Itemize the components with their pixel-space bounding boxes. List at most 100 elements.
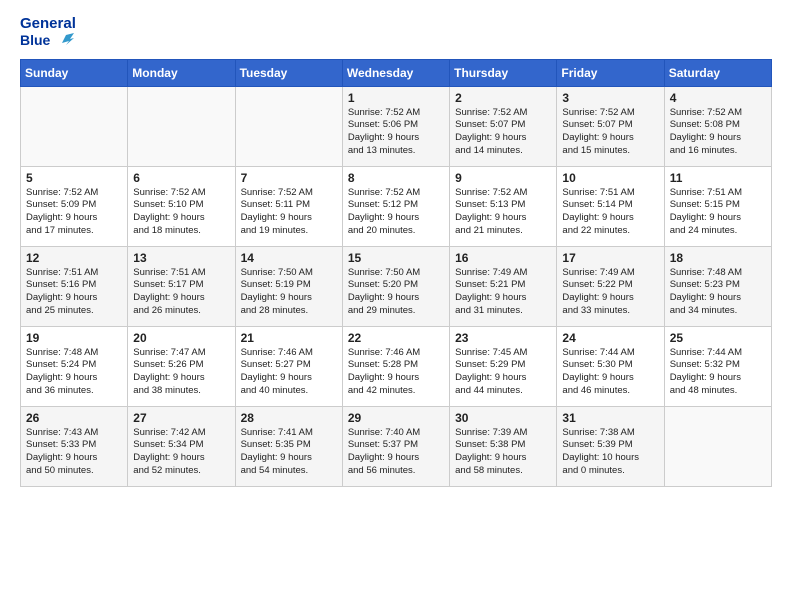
day-info: Sunrise: 7:52 AM Sunset: 5:08 PM Dayligh… <box>670 107 766 158</box>
day-info: Sunrise: 7:43 AM Sunset: 5:33 PM Dayligh… <box>26 427 122 478</box>
day-number: 13 <box>133 251 229 265</box>
day-number: 14 <box>241 251 337 265</box>
week-row-3: 12 Sunrise: 7:51 AM Sunset: 5:16 PM Dayli… <box>21 246 772 326</box>
day-info: Sunrise: 7:52 AM Sunset: 5:12 PM Dayligh… <box>348 187 444 238</box>
day-info: Sunrise: 7:51 AM Sunset: 5:15 PM Dayligh… <box>670 187 766 238</box>
week-row-5: 26 Sunrise: 7:43 AM Sunset: 5:33 PM Dayli… <box>21 406 772 486</box>
day-number: 4 <box>670 91 766 105</box>
day-info: Sunrise: 7:51 AM Sunset: 5:16 PM Dayligh… <box>26 267 122 318</box>
day-info: Sunrise: 7:50 AM Sunset: 5:20 PM Dayligh… <box>348 267 444 318</box>
day-cell: 3Sunrise: 7:52 AM Sunset: 5:07 PM Daylig… <box>557 86 664 166</box>
day-number: 12 <box>26 251 122 265</box>
week-row-2: 5 Sunrise: 7:52 AM Sunset: 5:09 PM Daylig… <box>21 166 772 246</box>
day-number: 11 <box>670 171 766 185</box>
week-row-4: 19Sunrise: 7:48 AM Sunset: 5:24 PM Dayli… <box>21 326 772 406</box>
day-number: 25 <box>670 331 766 345</box>
day-info: Sunrise: 7:38 AM Sunset: 5:39 PM Dayligh… <box>562 427 658 478</box>
day-number: 22 <box>348 331 444 345</box>
day-number: 8 <box>348 171 444 185</box>
day-cell: 2 Sunrise: 7:52 AM Sunset: 5:07 PM Daylig… <box>450 86 557 166</box>
day-number: 26 <box>26 411 122 425</box>
day-cell: 25 Sunrise: 7:44 AM Sunset: 5:32 PM Dayli… <box>664 326 771 406</box>
day-number: 23 <box>455 331 551 345</box>
day-cell: 19Sunrise: 7:48 AM Sunset: 5:24 PM Dayli… <box>21 326 128 406</box>
day-info: Sunrise: 7:46 AM Sunset: 5:28 PM Dayligh… <box>348 347 444 398</box>
day-number: 31 <box>562 411 658 425</box>
day-cell: 8 Sunrise: 7:52 AM Sunset: 5:12 PM Daylig… <box>342 166 449 246</box>
day-cell: 24Sunrise: 7:44 AM Sunset: 5:30 PM Dayli… <box>557 326 664 406</box>
day-info: Sunrise: 7:48 AM Sunset: 5:23 PM Dayligh… <box>670 267 766 318</box>
logo-container: General Blue <box>20 16 76 49</box>
weekday-wednesday: Wednesday <box>342 59 449 86</box>
logo: General Blue <box>20 16 76 49</box>
day-cell <box>128 86 235 166</box>
logo-general: General <box>20 16 76 33</box>
weekday-saturday: Saturday <box>664 59 771 86</box>
day-cell: 23Sunrise: 7:45 AM Sunset: 5:29 PM Dayli… <box>450 326 557 406</box>
day-number: 5 <box>26 171 122 185</box>
day-number: 18 <box>670 251 766 265</box>
day-info: Sunrise: 7:41 AM Sunset: 5:35 PM Dayligh… <box>241 427 337 478</box>
day-cell: 18 Sunrise: 7:48 AM Sunset: 5:23 PM Dayli… <box>664 246 771 326</box>
day-number: 19 <box>26 331 122 345</box>
day-cell: 9 Sunrise: 7:52 AM Sunset: 5:13 PM Daylig… <box>450 166 557 246</box>
day-cell: 29 Sunrise: 7:40 AM Sunset: 5:37 PM Dayli… <box>342 406 449 486</box>
day-info: Sunrise: 7:49 AM Sunset: 5:22 PM Dayligh… <box>562 267 658 318</box>
day-number: 9 <box>455 171 551 185</box>
day-number: 17 <box>562 251 658 265</box>
day-info: Sunrise: 7:52 AM Sunset: 5:13 PM Dayligh… <box>455 187 551 238</box>
day-cell: 27Sunrise: 7:42 AM Sunset: 5:34 PM Dayli… <box>128 406 235 486</box>
day-cell: 16 Sunrise: 7:49 AM Sunset: 5:21 PM Dayli… <box>450 246 557 326</box>
day-info: Sunrise: 7:51 AM Sunset: 5:17 PM Dayligh… <box>133 267 229 318</box>
day-number: 29 <box>348 411 444 425</box>
logo-bird-icon <box>52 33 74 49</box>
day-cell: 14Sunrise: 7:50 AM Sunset: 5:19 PM Dayli… <box>235 246 342 326</box>
day-info: Sunrise: 7:51 AM Sunset: 5:14 PM Dayligh… <box>562 187 658 238</box>
day-cell: 12 Sunrise: 7:51 AM Sunset: 5:16 PM Dayli… <box>21 246 128 326</box>
day-info: Sunrise: 7:52 AM Sunset: 5:11 PM Dayligh… <box>241 187 337 238</box>
day-info: Sunrise: 7:44 AM Sunset: 5:32 PM Dayligh… <box>670 347 766 398</box>
day-number: 2 <box>455 91 551 105</box>
day-cell: 11 Sunrise: 7:51 AM Sunset: 5:15 PM Dayli… <box>664 166 771 246</box>
header: General Blue <box>20 16 772 49</box>
day-cell: 21Sunrise: 7:46 AM Sunset: 5:27 PM Dayli… <box>235 326 342 406</box>
day-number: 21 <box>241 331 337 345</box>
day-cell: 6Sunrise: 7:52 AM Sunset: 5:10 PM Daylig… <box>128 166 235 246</box>
day-number: 28 <box>241 411 337 425</box>
day-cell: 20Sunrise: 7:47 AM Sunset: 5:26 PM Dayli… <box>128 326 235 406</box>
day-number: 6 <box>133 171 229 185</box>
day-cell: 17 Sunrise: 7:49 AM Sunset: 5:22 PM Dayli… <box>557 246 664 326</box>
day-cell: 31 Sunrise: 7:38 AM Sunset: 5:39 PM Dayli… <box>557 406 664 486</box>
day-cell: 5 Sunrise: 7:52 AM Sunset: 5:09 PM Daylig… <box>21 166 128 246</box>
day-cell: 26 Sunrise: 7:43 AM Sunset: 5:33 PM Dayli… <box>21 406 128 486</box>
day-info: Sunrise: 7:52 AM Sunset: 5:06 PM Dayligh… <box>348 107 444 158</box>
day-info: Sunrise: 7:40 AM Sunset: 5:37 PM Dayligh… <box>348 427 444 478</box>
day-cell: 1 Sunrise: 7:52 AM Sunset: 5:06 PM Daylig… <box>342 86 449 166</box>
day-cell: 13 Sunrise: 7:51 AM Sunset: 5:17 PM Dayli… <box>128 246 235 326</box>
day-cell: 30Sunrise: 7:39 AM Sunset: 5:38 PM Dayli… <box>450 406 557 486</box>
day-cell: 10 Sunrise: 7:51 AM Sunset: 5:14 PM Dayli… <box>557 166 664 246</box>
day-info: Sunrise: 7:52 AM Sunset: 5:07 PM Dayligh… <box>455 107 551 158</box>
day-info: Sunrise: 7:39 AM Sunset: 5:38 PM Dayligh… <box>455 427 551 478</box>
day-cell: 7Sunrise: 7:52 AM Sunset: 5:11 PM Daylig… <box>235 166 342 246</box>
weekday-friday: Friday <box>557 59 664 86</box>
day-info: Sunrise: 7:52 AM Sunset: 5:07 PM Dayligh… <box>562 107 658 158</box>
day-info: Sunrise: 7:49 AM Sunset: 5:21 PM Dayligh… <box>455 267 551 318</box>
weekday-monday: Monday <box>128 59 235 86</box>
logo-blue: Blue <box>20 33 76 49</box>
day-cell: 15Sunrise: 7:50 AM Sunset: 5:20 PM Dayli… <box>342 246 449 326</box>
day-info: Sunrise: 7:47 AM Sunset: 5:26 PM Dayligh… <box>133 347 229 398</box>
day-number: 16 <box>455 251 551 265</box>
day-number: 10 <box>562 171 658 185</box>
day-number: 1 <box>348 91 444 105</box>
calendar-page: General Blue SundayMondayTuesdayWednesda… <box>0 0 792 612</box>
day-cell <box>664 406 771 486</box>
week-row-1: 1 Sunrise: 7:52 AM Sunset: 5:06 PM Daylig… <box>21 86 772 166</box>
day-cell <box>21 86 128 166</box>
day-cell: 22 Sunrise: 7:46 AM Sunset: 5:28 PM Dayli… <box>342 326 449 406</box>
weekday-tuesday: Tuesday <box>235 59 342 86</box>
day-info: Sunrise: 7:52 AM Sunset: 5:09 PM Dayligh… <box>26 187 122 238</box>
weekday-header-row: SundayMondayTuesdayWednesdayThursdayFrid… <box>21 59 772 86</box>
day-cell <box>235 86 342 166</box>
day-number: 27 <box>133 411 229 425</box>
